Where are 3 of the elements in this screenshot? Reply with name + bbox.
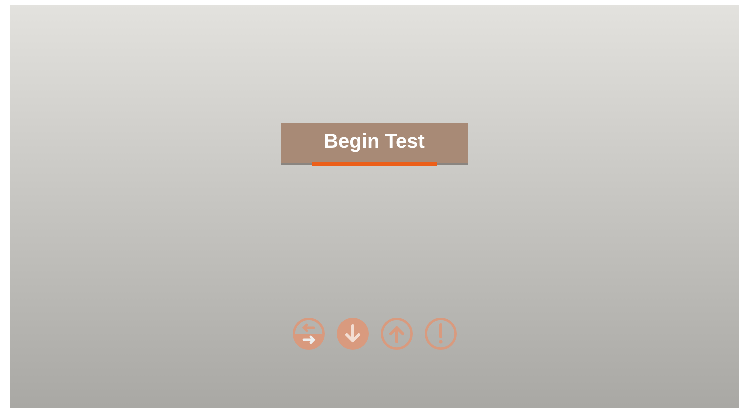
begin-test-button[interactable]: Begin Test bbox=[281, 123, 468, 165]
swap-arrows-icon[interactable] bbox=[292, 318, 324, 350]
alert-icon[interactable] bbox=[424, 318, 456, 350]
